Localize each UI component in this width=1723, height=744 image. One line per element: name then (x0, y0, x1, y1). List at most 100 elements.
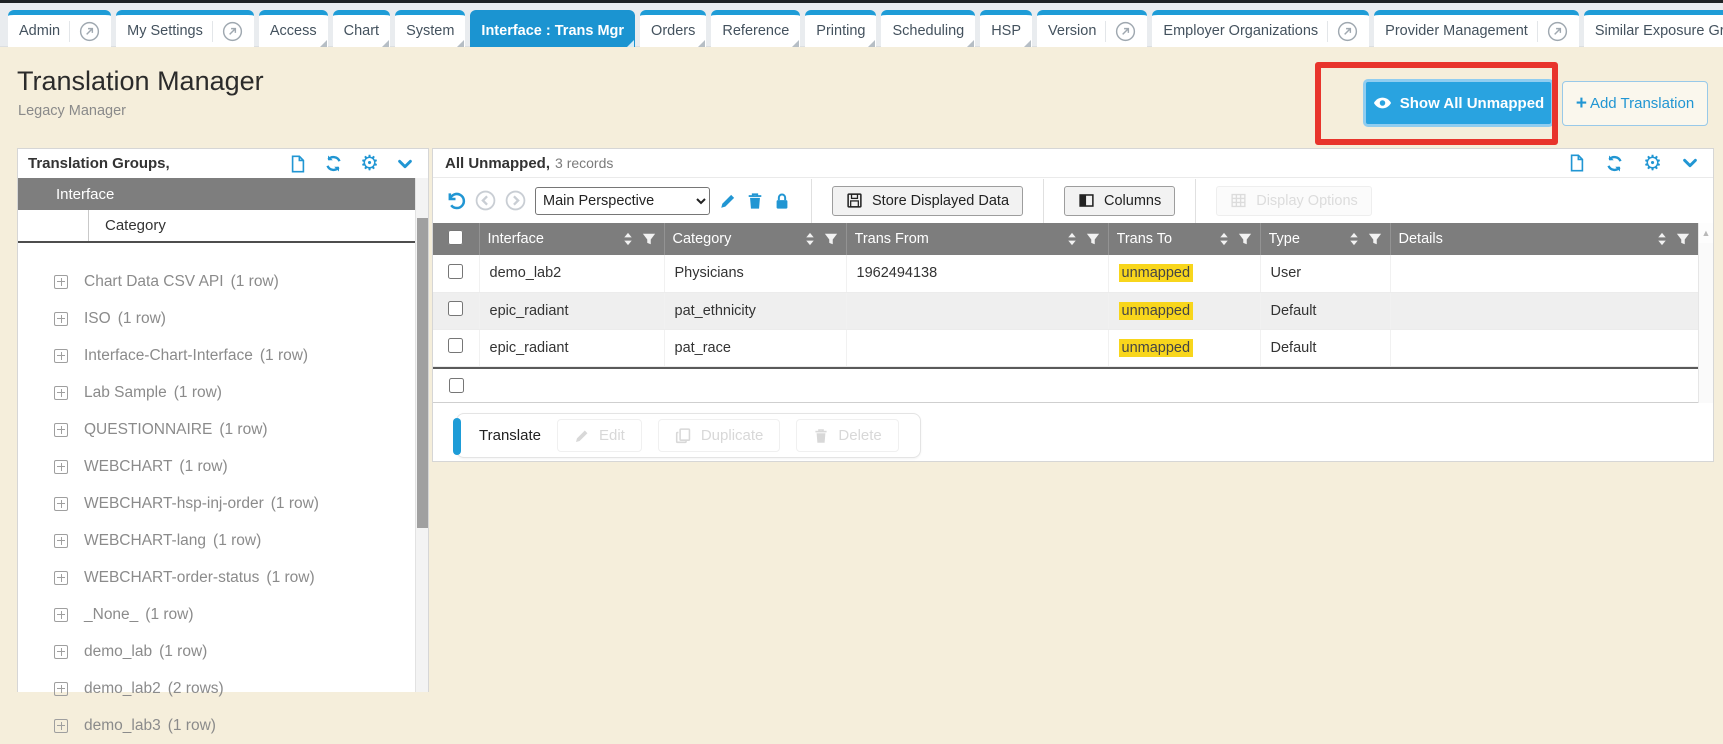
column-header-details[interactable]: Details (1390, 223, 1699, 255)
tab-reference[interactable]: Reference (711, 10, 800, 47)
tab-access[interactable]: Access (259, 10, 328, 47)
columns-button[interactable]: Columns (1064, 186, 1175, 216)
tree-item-interface-chart-interface[interactable]: Interface-Chart-Interface(1 row) (18, 337, 428, 374)
display-options-button[interactable]: Display Options (1216, 186, 1372, 216)
tree-item-none[interactable]: _None_(1 row) (18, 596, 428, 633)
previous-icon[interactable] (475, 190, 496, 211)
tree-item-webchart-hsp-inj-order[interactable]: WEBCHART-hsp-inj-order(1 row) (18, 485, 428, 522)
collapse-chevron-icon[interactable] (1681, 154, 1699, 172)
tree-item-demo-lab2[interactable]: demo_lab2(2 rows) (18, 670, 428, 707)
expand-plus-icon[interactable] (54, 460, 68, 474)
open-in-new-icon[interactable] (212, 21, 243, 42)
row-checkbox[interactable] (448, 264, 463, 279)
tree-item-questionnaire[interactable]: QUESTIONNAIRE(1 row) (18, 411, 428, 448)
left-panel-scrollbar[interactable] (415, 178, 428, 692)
row-checkbox[interactable] (448, 338, 463, 353)
table-row[interactable]: epic_radiantpat_raceunmappedDefault (433, 329, 1699, 366)
delete-button[interactable]: Delete (796, 419, 898, 452)
translate-action[interactable]: Translate (479, 427, 541, 444)
footer-checkbox[interactable] (449, 378, 464, 393)
tree-item-webchart[interactable]: WEBCHART(1 row) (18, 448, 428, 485)
show-all-unmapped-button[interactable]: Show All Unmapped (1363, 79, 1554, 127)
refresh-icon[interactable] (1605, 154, 1624, 173)
expand-plus-icon[interactable] (54, 312, 68, 326)
expand-plus-icon[interactable] (54, 423, 68, 437)
expand-plus-icon[interactable] (54, 497, 68, 511)
open-in-new-icon[interactable] (1537, 21, 1568, 42)
expand-plus-icon[interactable] (54, 645, 68, 659)
sort-icon[interactable] (1219, 232, 1229, 246)
sort-icon[interactable] (1657, 232, 1667, 246)
table-row[interactable]: epic_radiantpat_ethnicityunmappedDefault (433, 292, 1699, 329)
open-in-new-icon[interactable] (1327, 21, 1358, 42)
filter-funnel-icon[interactable] (1368, 232, 1382, 246)
column-header-type[interactable]: Type (1260, 223, 1390, 255)
table-row[interactable]: demo_lab2Physicians1962494138unmappedUse… (433, 255, 1699, 292)
table-scrollbar[interactable]: ▲ (1698, 223, 1713, 403)
filter-funnel-icon[interactable] (1676, 232, 1690, 246)
tree-item-webchart-order-status[interactable]: WEBCHART-order-status(1 row) (18, 559, 428, 596)
sort-icon[interactable] (623, 232, 633, 246)
tab-version[interactable]: Version (1037, 10, 1147, 47)
expand-plus-icon[interactable] (54, 608, 68, 622)
filter-funnel-icon[interactable] (1238, 232, 1252, 246)
select-all-checkbox[interactable] (448, 230, 463, 245)
store-displayed-data-button[interactable]: Store Displayed Data (832, 186, 1023, 216)
sort-icon[interactable] (805, 232, 815, 246)
tab-scheduling[interactable]: Scheduling (881, 10, 975, 47)
tab-system[interactable]: System (395, 10, 465, 47)
lock-icon[interactable] (773, 192, 791, 210)
tab-hsp[interactable]: HSP (980, 10, 1032, 47)
collapse-chevron-icon[interactable] (396, 155, 414, 173)
column-header-trans-from[interactable]: Trans From (846, 223, 1108, 255)
column-header-category[interactable]: Category (664, 223, 846, 255)
settings-gear-icon[interactable]: ⚙ (360, 153, 379, 174)
sort-icon[interactable] (1349, 232, 1359, 246)
tab-provider-management[interactable]: Provider Management (1374, 10, 1579, 47)
edit-pencil-icon[interactable] (719, 192, 737, 210)
duplicate-button[interactable]: Duplicate (658, 419, 781, 452)
tab-my-settings[interactable]: My Settings (116, 10, 254, 47)
tab-employer-organizations[interactable]: Employer Organizations (1152, 10, 1369, 47)
scrollbar-thumb[interactable] (417, 218, 428, 528)
tab-interface-trans-mgr[interactable]: Interface : Trans Mgr (470, 10, 635, 47)
expand-plus-icon[interactable] (54, 349, 68, 363)
tree-item-lab-sample[interactable]: Lab Sample(1 row) (18, 374, 428, 411)
expand-plus-icon[interactable] (54, 719, 68, 733)
expand-plus-icon[interactable] (54, 386, 68, 400)
undo-icon[interactable] (445, 190, 466, 211)
column-header-trans-to[interactable]: Trans To (1108, 223, 1260, 255)
row-checkbox[interactable] (448, 301, 463, 316)
delete-trash-icon[interactable] (746, 192, 764, 210)
column-header-interface[interactable]: Interface (479, 223, 664, 255)
tab-printing[interactable]: Printing (805, 10, 876, 47)
open-in-new-icon[interactable] (69, 21, 100, 42)
filter-funnel-icon[interactable] (824, 232, 838, 246)
perspective-select[interactable]: Main Perspective (535, 187, 710, 215)
refresh-icon[interactable] (324, 154, 343, 173)
tab-chart[interactable]: Chart (333, 10, 390, 47)
expand-plus-icon[interactable] (54, 571, 68, 585)
new-document-icon[interactable] (1568, 154, 1586, 172)
tree-item-demo-lab[interactable]: demo_lab(1 row) (18, 633, 428, 670)
tab-admin[interactable]: Admin (8, 10, 111, 47)
sort-icon[interactable] (1067, 232, 1077, 246)
expand-plus-icon[interactable] (54, 534, 68, 548)
scroll-up-icon[interactable]: ▲ (1699, 223, 1713, 243)
settings-gear-icon[interactable]: ⚙ (1643, 153, 1662, 174)
new-document-icon[interactable] (289, 155, 307, 173)
tree-item-chart-data-csv-api[interactable]: Chart Data CSV API(1 row) (18, 263, 428, 300)
add-translation-button[interactable]: + Add Translation (1562, 81, 1708, 126)
next-icon[interactable] (505, 190, 526, 211)
tree-item-webchart-lang[interactable]: WEBCHART-lang(1 row) (18, 522, 428, 559)
open-in-new-icon[interactable] (1105, 21, 1136, 42)
tree-item-iso[interactable]: ISO(1 row) (18, 300, 428, 337)
edit-button[interactable]: Edit (557, 419, 642, 452)
tab-similar-exposure-groups-segs[interactable]: Similar Exposure Groups (SEGs) (1584, 10, 1723, 47)
expand-plus-icon[interactable] (54, 682, 68, 696)
tab-orders[interactable]: Orders (640, 10, 706, 47)
filter-funnel-icon[interactable] (1086, 232, 1100, 246)
expand-plus-icon[interactable] (54, 275, 68, 289)
tree-item-demo-lab3[interactable]: demo_lab3(1 row) (18, 707, 428, 744)
filter-funnel-icon[interactable] (642, 232, 656, 246)
